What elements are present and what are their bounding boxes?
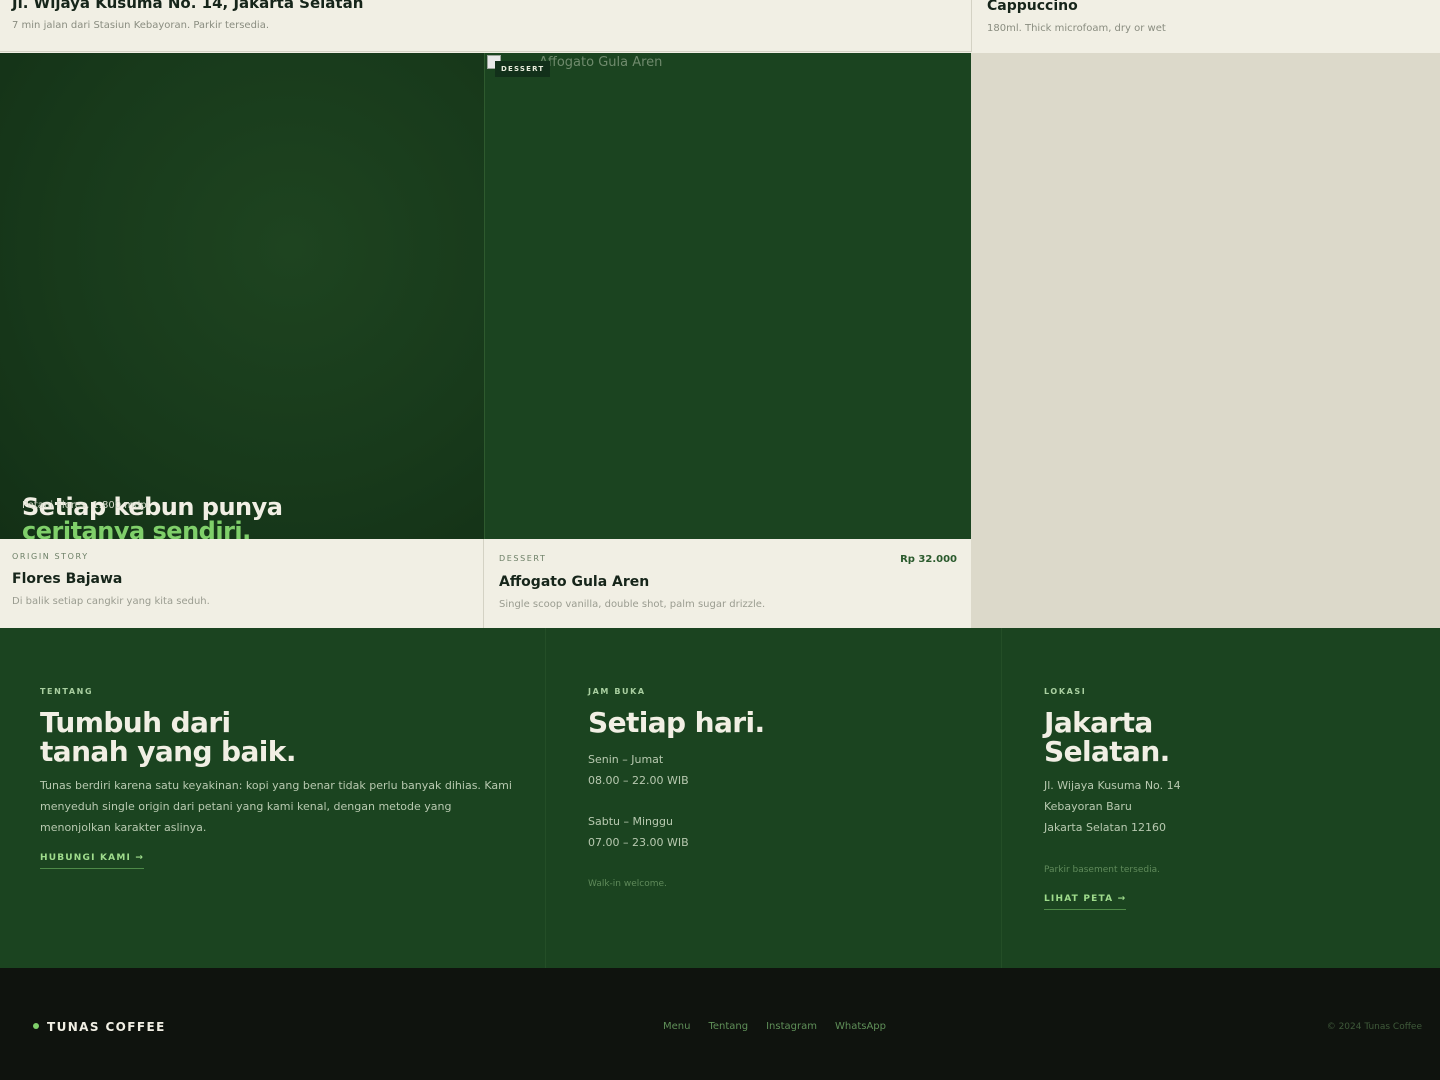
image-alt-text: Affogato Gula Aren bbox=[539, 55, 663, 70]
address-line3: Jakarta Selatan 12160 bbox=[1044, 821, 1167, 834]
footer-link-whatsapp[interactable]: WhatsApp bbox=[835, 1021, 886, 1032]
about-body-line3: menonjolkan karakter aslinya. bbox=[40, 821, 207, 834]
about-body: Tunas berdiri karena satu keyakinan: kop… bbox=[40, 775, 512, 838]
footer-nav: Menu Tentang Instagram WhatsApp bbox=[663, 1021, 904, 1032]
hours-eyebrow: JAM BUKA bbox=[588, 687, 646, 696]
column-divider bbox=[545, 628, 546, 968]
about-heading-line1: Tumbuh dari bbox=[40, 706, 231, 739]
origin-description: Di balik setiap cangkir yang kita seduh. bbox=[12, 596, 210, 607]
location-card-title: Jl. Wijaya Kusuma No. 14, Jakarta Selata… bbox=[12, 0, 364, 12]
hours-heading: Setiap hari. bbox=[588, 706, 765, 739]
site-footer: TUNAS COFFEE Menu Tentang Instagram WhatsAp… bbox=[0, 968, 1440, 1080]
location-column: LOKASI Jakarta Selatan. Jl. Wijaya Kusum… bbox=[1044, 628, 1424, 968]
weekend-hours: Sabtu – Minggu 07.00 – 23.00 WIB bbox=[588, 811, 689, 853]
info-section: TENTANG Tumbuh dari tanah yang baik. Tun… bbox=[0, 628, 1440, 968]
dessert-badge: DESSERT bbox=[495, 61, 551, 77]
dessert-price: Rp 32.000 bbox=[900, 554, 957, 565]
location-heading-line2: Selatan. bbox=[1044, 735, 1170, 768]
about-body-line1: Tunas berdiri karena satu keyakinan: kop… bbox=[40, 779, 512, 792]
weekday-hours: Senin – Jumat 08.00 – 22.00 WIB bbox=[588, 749, 689, 791]
contact-link[interactable]: HUBUNGI KAMI → bbox=[40, 853, 145, 869]
dessert-card[interactable]: DESSERT Rp 32.000 Affogato Gula Aren Sin… bbox=[485, 539, 971, 628]
about-body-line2: menyeduh single origin dari petani yang … bbox=[40, 800, 452, 813]
origin-eyebrow: ORIGIN STORY bbox=[12, 552, 89, 561]
weekend-label: Sabtu – Minggu bbox=[588, 815, 673, 828]
menu-card-description: 180ml. Thick microfoam, dry or wet bbox=[987, 23, 1166, 34]
address-line1: Jl. Wijaya Kusuma No. 14 bbox=[1044, 779, 1181, 792]
weekday-label: Senin – Jumat bbox=[588, 753, 664, 766]
footer-brand-text: TUNAS COFFEE bbox=[47, 1020, 166, 1034]
origin-story-card[interactable]: ORIGIN STORY Flores Bajawa Di balik seti… bbox=[0, 539, 484, 628]
location-heading-line1: Jakarta bbox=[1044, 706, 1153, 739]
menu-card-cappuccino[interactable]: Cappuccino 180ml. Thick microfoam, dry o… bbox=[971, 0, 1440, 52]
about-eyebrow: TENTANG bbox=[40, 687, 94, 696]
address-line2: Kebayoran Baru bbox=[1044, 800, 1132, 813]
origin-story-tile[interactable]: Setiap kebun punya ceritanya sendiri. Pe… bbox=[0, 53, 484, 543]
dessert-description: Single scoop vanilla, double shot, palm … bbox=[499, 599, 766, 610]
brand-dot-icon bbox=[33, 1022, 39, 1029]
hours-note: Walk-in welcome. bbox=[588, 879, 667, 889]
weekday-time: 08.00 – 22.00 WIB bbox=[588, 774, 689, 787]
dessert-tile[interactable]: Affogato Gula Aren DESSERT bbox=[484, 53, 971, 539]
hours-column: JAM BUKA Setiap hari. Senin – Jumat 08.0… bbox=[588, 628, 988, 968]
weekend-time: 07.00 – 23.00 WIB bbox=[588, 836, 689, 849]
footer-brand[interactable]: TUNAS COFFEE bbox=[33, 1020, 166, 1034]
location-heading: Jakarta Selatan. bbox=[1044, 708, 1170, 766]
column-divider bbox=[1001, 628, 1002, 968]
origin-caption: Petani Flores, 1.800 mdpl bbox=[22, 500, 150, 511]
footer-link-tentang[interactable]: Tentang bbox=[708, 1021, 748, 1032]
dessert-eyebrow: DESSERT bbox=[499, 554, 547, 563]
menu-card-title: Cappuccino bbox=[987, 0, 1078, 14]
location-address: Jl. Wijaya Kusuma No. 14 Kebayoran Baru … bbox=[1044, 775, 1181, 838]
map-link[interactable]: LIHAT PETA → bbox=[1044, 894, 1127, 910]
footer-link-instagram[interactable]: Instagram bbox=[766, 1021, 817, 1032]
about-heading: Tumbuh dari tanah yang baik. bbox=[40, 708, 296, 766]
location-card-subtitle: 7 min jalan dari Stasiun Kebayoran. Park… bbox=[12, 20, 270, 31]
parking-note: Parkir basement tersedia. bbox=[1044, 865, 1160, 875]
origin-title: Flores Bajawa bbox=[12, 571, 123, 587]
footer-link-menu[interactable]: Menu bbox=[663, 1021, 690, 1032]
about-column: TENTANG Tumbuh dari tanah yang baik. Tun… bbox=[40, 628, 540, 968]
about-heading-line2: tanah yang baik. bbox=[40, 735, 296, 768]
footer-copyright: © 2024 Tunas Coffee bbox=[1326, 1022, 1422, 1032]
dessert-title: Affogato Gula Aren bbox=[499, 574, 650, 590]
image-placeholder-panel bbox=[971, 53, 1440, 628]
location-eyebrow: LOKASI bbox=[1044, 687, 1087, 696]
location-card-top: Jl. Wijaya Kusuma No. 14, Jakarta Selata… bbox=[0, 0, 971, 52]
